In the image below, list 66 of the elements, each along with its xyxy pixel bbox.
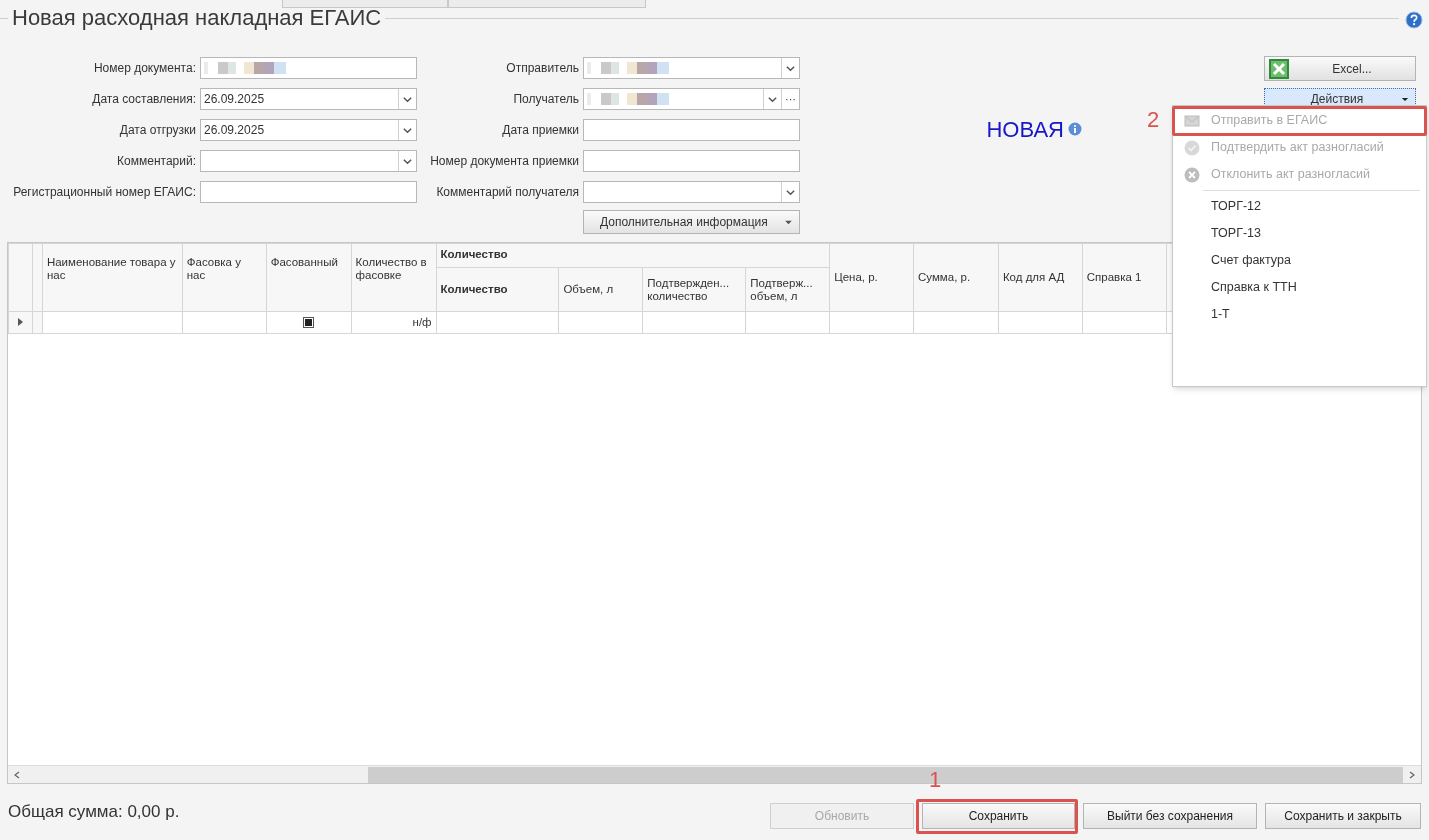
window-title: Новая расходная накладная ЕГАИС — [11, 4, 383, 32]
caret-icon — [784, 219, 793, 225]
scroll-left-icon — [14, 770, 20, 779]
footer-button[interactable]: Сохранить и закрыть — [1265, 803, 1421, 829]
menu-item[interactable]: Счет фактура — [1173, 247, 1426, 274]
dropdown-field[interactable]: 26.09.2025 — [200, 88, 417, 110]
column-header[interactable]: Фасованный — [266, 243, 352, 312]
column-group-header: Количество — [436, 243, 830, 268]
field-label: Регистрационный номер ЕГАИС: — [12, 184, 196, 201]
menu-item[interactable]: Справка к ТТН — [1173, 274, 1426, 301]
step-number: 1 — [929, 768, 942, 792]
total-sum-label: Общая сумма: 0,00 р. — [8, 801, 181, 824]
excel-button[interactable]: Excel... — [1264, 56, 1416, 81]
column-header[interactable]: Наименование товара у нас — [42, 243, 183, 312]
dropdown-field[interactable]: ··· — [583, 88, 800, 110]
field-input[interactable]: 26.09.2025 — [201, 89, 398, 109]
caret-icon — [1401, 96, 1409, 102]
additional-info-button[interactable]: Дополнительная информация — [583, 210, 800, 234]
checkbox[interactable] — [303, 317, 315, 329]
column-header[interactable]: Подтверж... объем, л — [745, 267, 830, 312]
field-label: Отправитель — [505, 60, 579, 77]
tab[interactable] — [448, 0, 646, 8]
field-label: Получатель — [512, 91, 579, 108]
column-header[interactable]: Сумма, р. — [913, 243, 999, 312]
field-label: Номер документа приемки — [429, 153, 579, 170]
column-header[interactable]: Код для АД — [998, 243, 1083, 312]
menu-item[interactable]: ТОРГ-13 — [1173, 220, 1426, 247]
input-field[interactable] — [583, 119, 800, 141]
column-header[interactable]: Подтвержден... количество — [642, 267, 746, 312]
column-header[interactable]: Объем, л — [558, 267, 643, 312]
more-button[interactable]: ··· — [781, 89, 799, 109]
current-row-icon — [17, 317, 23, 326]
status-label: НОВАЯ — [986, 115, 1064, 144]
table-cell: н/ф — [351, 311, 437, 334]
close-circle-icon — [1184, 166, 1200, 183]
dropdown-field[interactable]: 26.09.2025 — [200, 119, 417, 141]
input-field[interactable] — [583, 150, 800, 172]
dropdown-field[interactable] — [583, 181, 800, 203]
envelope-icon — [1184, 112, 1200, 129]
column-header[interactable]: Количество в фасовке — [351, 243, 437, 312]
scroll-right-icon — [1409, 770, 1415, 779]
field-label: Дата приемки — [501, 122, 579, 139]
tab[interactable] — [282, 0, 448, 8]
column-header[interactable]: Фасовка у нас — [182, 243, 267, 312]
column-header[interactable]: Цена, р. — [829, 243, 914, 312]
info-icon — [1068, 122, 1082, 136]
spreadsheet-icon — [1269, 58, 1289, 79]
column-header[interactable]: Количество — [436, 267, 559, 312]
field-input[interactable]: 26.09.2025 — [201, 120, 398, 140]
field-label: Дата отгрузки — [118, 122, 196, 139]
dropdown-field[interactable] — [583, 57, 800, 79]
footer-button[interactable]: Сохранить — [922, 803, 1075, 829]
menu-item[interactable]: 1-Т — [1173, 301, 1426, 328]
dropdown-field[interactable] — [200, 150, 417, 172]
check-circle-icon — [1184, 139, 1200, 156]
footer-button[interactable]: Выйти без сохранения — [1083, 803, 1257, 829]
help-icon[interactable] — [1405, 11, 1423, 29]
step-number: 2 — [1147, 108, 1160, 132]
field-label: Номер документа: — [92, 60, 196, 77]
field-label: Комментарий получателя — [435, 184, 579, 201]
column-header[interactable]: Справка 1 — [1082, 243, 1167, 312]
field-label: Дата составления: — [91, 91, 196, 108]
input-field[interactable] — [200, 181, 417, 203]
menu-item[interactable]: ТОРГ-12 — [1173, 193, 1426, 220]
input-field[interactable] — [200, 57, 417, 79]
field-label: Комментарий: — [116, 153, 196, 170]
